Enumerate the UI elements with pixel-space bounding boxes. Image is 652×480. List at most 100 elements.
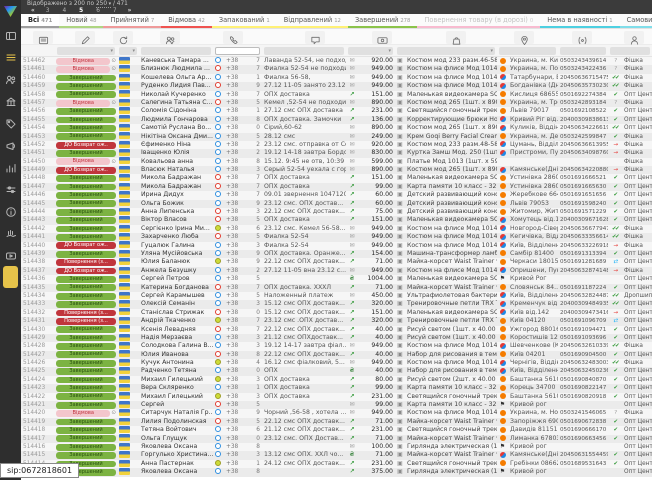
name-filter[interactable] — [141, 47, 211, 55]
phone-filter-input[interactable] — [215, 47, 260, 55]
table-row[interactable]: 514436ЗавершенийСергей Петров+385₴1004.0… — [21, 275, 652, 283]
flag-filter[interactable]: ▾ — [119, 47, 137, 55]
table-row[interactable]: 514457Відмова⊙Салегина Татьяна С...+385К… — [21, 99, 652, 107]
address-filter[interactable] — [499, 47, 556, 55]
tab-Самовивіз[interactable]: Самовивіз2 — [620, 14, 652, 28]
table-row[interactable]: 514437ДО Возврат ож..Анжела Безушку+3822… — [21, 267, 652, 275]
table-row[interactable]: 514451ЗавершенийІващенко Юлія+38219.12 1… — [21, 149, 652, 157]
video-icon[interactable] — [0, 242, 21, 264]
refresh-icon[interactable] — [113, 31, 133, 44]
tab-Нема в наявності[interactable]: Нема в наявності1 — [540, 14, 619, 28]
tab-Відправлений[interactable]: Відправлений12 — [277, 14, 348, 28]
product-filter[interactable]: ▾ — [397, 47, 495, 55]
table-row[interactable]: 514428ЗавершенийСолодкова Галина В...+38… — [21, 342, 652, 350]
rows-icon[interactable] — [33, 31, 53, 44]
table-row[interactable]: 514427ЗавершенийЮлия Иванова+38822.12 см… — [21, 351, 652, 359]
tab-Всі[interactable]: Всі471 — [21, 14, 59, 28]
table-row[interactable]: 514432Повернення (з...Станіслав Стрижак+… — [21, 309, 652, 317]
table-row[interactable]: 514413ЗавершенийЯковлева Оксана+388↗375.… — [21, 468, 652, 476]
money-icon[interactable] — [372, 31, 392, 44]
table-row[interactable]: 514415ЗавершенийГоргулько Христина...+38… — [21, 451, 652, 459]
location-icon[interactable] — [514, 31, 534, 44]
table-row[interactable]: 514417ЗавершенийОльга Глущук+38023.12 см… — [21, 435, 652, 443]
tab-Прийнятий[interactable]: Прийнятий7 — [103, 14, 161, 28]
table-row[interactable]: 514460ЗавершенийКошелева Ольга Ар...+381… — [21, 74, 652, 82]
table-row[interactable]: 514431Повернення (з...Андрій Ткаченко+38… — [21, 317, 652, 325]
table-row[interactable]: 514455ЗавершенийЛюдмила Гончарова+388ОПХ… — [21, 116, 652, 124]
comment-icon[interactable] — [305, 31, 325, 44]
table-row[interactable]: 514420Відмова⊙Ситарчук Наталія Гр...+389… — [21, 409, 652, 417]
message-count: 9 — [249, 82, 262, 90]
tab-count: 7 — [151, 18, 154, 24]
manager-icon[interactable] — [624, 31, 644, 44]
table-row[interactable]: 514445ЗавершенийОльга Божик+38923.12 смс… — [21, 200, 652, 208]
table-row[interactable]: 514462Відмова⊙Каневська Тамара ...+387Ла… — [21, 57, 652, 65]
tracking-icon[interactable] — [572, 31, 592, 44]
sip-call-indicator[interactable]: sip:0672818601 — [0, 463, 79, 478]
table-row[interactable]: 514446ЗавершенийИрина Дидух+38709.01 зве… — [21, 191, 652, 199]
table-row[interactable]: 514458ЗавершенийНиколай Кучеренко+387ОПХ… — [21, 91, 652, 99]
table-row[interactable]: 514429ЗавершенийНадія Мерзаєва+38321.12 … — [21, 334, 652, 342]
table-row[interactable]: 514418ЗавершенийТетяна Войтович+38621.12… — [21, 426, 652, 434]
phone-icon[interactable] — [223, 31, 243, 44]
table-row[interactable]: 514459ЗавершенийРуденко Лидия Пав...+389… — [21, 82, 652, 90]
table-row[interactable]: 514452ДО Возврат ож..Єфименко Ніна+38223… — [21, 141, 652, 149]
table-row[interactable]: 514430ЗавершенийКсенія Левадняя+38722.12… — [21, 326, 652, 334]
table-row[interactable]: 514453ЗавершенийНікітіна Оксана Дми...+3… — [21, 133, 652, 141]
tab-Запакований[interactable]: Запакований1 — [212, 14, 277, 28]
table-row[interactable]: 514454ЗавершенийСамотій Руслана Во...+38… — [21, 124, 652, 132]
clients-icon[interactable] — [0, 66, 21, 88]
table-row[interactable]: 514440ДО Возврат ож..Гуцалюк Галина+383Ф… — [21, 242, 652, 250]
table-row[interactable]: 514461Відмова⊙Близнюк Людмила ...+387Фиа… — [21, 65, 652, 73]
sliders-icon[interactable] — [0, 176, 21, 198]
info-icon[interactable] — [0, 198, 21, 220]
orders-list-icon[interactable] — [0, 44, 21, 66]
table-row[interactable]: 514424ЗавершенийМихаил Гилецький+383ОПХ … — [21, 376, 652, 384]
table-row[interactable]: 514456ЗавершенийСоломія Сідоніна+38127.1… — [21, 107, 652, 115]
table-row[interactable]: 514421ЗавершенийСергей+385✉99.00▣Карта п… — [21, 401, 652, 409]
table-row[interactable]: 514419ЗавершенийЛилия Подолинская+38522.… — [21, 418, 652, 426]
status-edit-icon[interactable] — [75, 31, 95, 44]
table-row[interactable]: 514450Відмова⊙Ковальова анна+38815.12. 9… — [21, 158, 652, 166]
table-row[interactable]: 514448ЗавершенийМикола Бадражан+387ОПХ д… — [21, 174, 652, 182]
megaphone-icon[interactable] — [0, 132, 21, 154]
clients-icon[interactable] — [160, 31, 180, 44]
tab-Новий[interactable]: Новий48 — [59, 14, 103, 28]
status-badge: Завершений — [56, 209, 116, 216]
tag-icon[interactable] — [0, 110, 21, 132]
table-row[interactable]: 514447ЗавершенийМикола Бадражан+387ОПХ д… — [21, 183, 652, 191]
table-row[interactable]: 514414ЗавершенийАнна Пастернак+38124.12 … — [21, 460, 652, 468]
bank-icon[interactable] — [0, 88, 21, 110]
comment-filter[interactable] — [264, 47, 344, 55]
tab-Завершений[interactable]: Завершений278 — [348, 14, 418, 28]
hand-icon[interactable] — [0, 220, 21, 242]
package-icon: ▣ — [395, 216, 405, 224]
products-icon[interactable] — [446, 31, 466, 44]
table-row[interactable]: 514425ЗавершенийРадченко Тетяна+380ОПХ₴4… — [21, 367, 652, 375]
source-filter[interactable] — [610, 47, 650, 55]
table-row[interactable]: 514442ЗавершенийСергієнко Ірина Ми...+38… — [21, 225, 652, 233]
stats-icon[interactable] — [0, 154, 21, 176]
sidebar-badge[interactable] — [3, 266, 18, 288]
table-row[interactable]: 514435ЗавершенийКатерина Богданова+387ОП… — [21, 284, 652, 292]
app-logo[interactable] — [3, 3, 18, 16]
table-row[interactable]: 514434ЗавершенийСергей Карамышев+385Нало… — [21, 292, 652, 300]
table-row[interactable]: 514449ДО Возврат ож..Власюк Наталья+383С… — [21, 166, 652, 174]
table-row[interactable]: 514438Повернення (з...Юлия Баланюк+38922… — [21, 258, 652, 266]
table-row[interactable]: 514416ЗавершенийЯковлева Оксана+388✉100.… — [21, 443, 652, 451]
price-filter[interactable]: ▾ — [348, 47, 393, 55]
table-row[interactable]: 514439ЗавершенийУляна Мусійовська+389ОПХ… — [21, 250, 652, 258]
ttn-filter[interactable] — [560, 47, 606, 55]
table-row[interactable]: 514423ЗавершенийВера Скляренко+381ОПХ до… — [21, 384, 652, 392]
table-row[interactable]: 514443ЗавершенийВіктор Власов+385ОПХ дос… — [21, 216, 652, 224]
order-total: 830.00 — [358, 149, 395, 157]
table-row[interactable]: 514433ЗавершенийОлексій Семанін+38315.12… — [21, 300, 652, 308]
tab-Повернення товару (в дорозі)[interactable]: Повернення товару (в дорозі)0 — [417, 14, 540, 28]
table-row[interactable]: 514444ЗавершенийАнна Липенська+38322.12 … — [21, 208, 652, 216]
panel-icon[interactable] — [0, 22, 21, 44]
table-row[interactable]: 514426ЗавершенийКучук Антонина+38416.12 … — [21, 359, 652, 367]
status-filter[interactable]: ▾ — [57, 47, 115, 55]
tab-Відмова[interactable]: Відмова42 — [161, 14, 212, 28]
table-row[interactable]: 514441ЗавершенийЗахарченко Люба+385Фиалк… — [21, 233, 652, 241]
table-row[interactable]: 514422ЗавершенийМихаил Гилецький+383ОПХ … — [21, 393, 652, 401]
